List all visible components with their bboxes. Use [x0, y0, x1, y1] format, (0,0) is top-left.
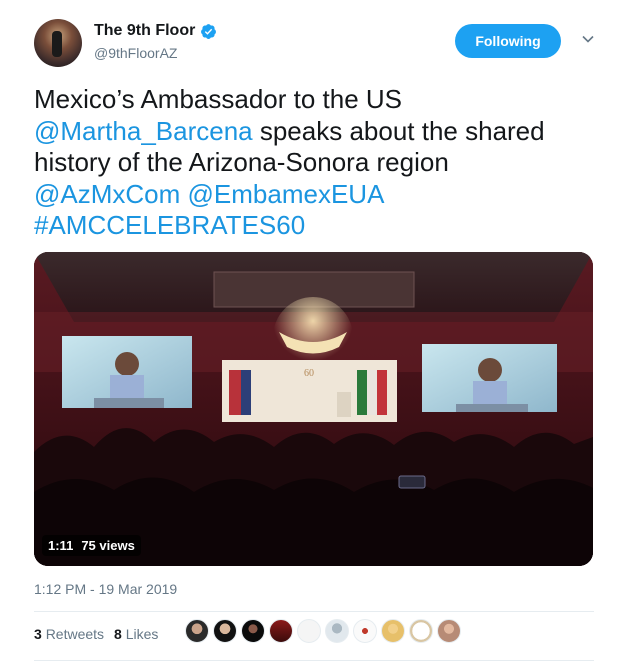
mention-link[interactable]: @EmbamexEUA: [188, 179, 385, 209]
engagement-stats: 3 Retweets 8 Likes: [34, 626, 158, 642]
divider: [34, 611, 594, 612]
liker-avatar[interactable]: [437, 619, 461, 643]
hashtag-link[interactable]: #AMCCELEBRATES60: [34, 210, 305, 240]
divider: [34, 660, 594, 661]
author-handle[interactable]: @9thFloorAZ: [94, 45, 177, 61]
liker-avatar[interactable]: [409, 619, 433, 643]
tweet-timestamp[interactable]: 1:12 PM - 19 Mar 2019: [34, 581, 177, 597]
liker-avatar[interactable]: [241, 619, 265, 643]
tweet-text: Mexico’s Ambassador to the US @Martha_Ba…: [34, 84, 594, 242]
video-duration: 1:11: [48, 538, 74, 553]
liker-avatar[interactable]: [325, 619, 349, 643]
retweets-stat[interactable]: 3 Retweets: [34, 626, 104, 642]
verified-badge-icon: [201, 23, 217, 39]
liker-avatar[interactable]: [353, 619, 377, 643]
video-views: 75 views: [81, 538, 135, 553]
tweet-text-part: Mexico’s Ambassador to the US: [34, 84, 403, 114]
author-name-row[interactable]: The 9th Floor: [94, 22, 217, 40]
author-avatar[interactable]: [34, 19, 82, 67]
liker-avatar[interactable]: [269, 619, 293, 643]
author-name[interactable]: The 9th Floor: [94, 22, 195, 40]
chevron-down-icon[interactable]: [581, 32, 595, 46]
liker-avatar[interactable]: [297, 619, 321, 643]
retweets-label: Retweets: [45, 626, 105, 642]
retweets-count: 3: [34, 626, 42, 642]
likes-label: Likes: [125, 626, 159, 642]
following-button[interactable]: Following: [455, 24, 561, 58]
liker-avatars: [185, 619, 461, 643]
mention-link[interactable]: @Martha_Barcena: [34, 116, 253, 146]
likes-stat[interactable]: 8 Likes: [114, 626, 158, 642]
video-frame: 60: [34, 252, 593, 566]
liker-avatar[interactable]: [185, 619, 209, 643]
liker-avatar[interactable]: [213, 619, 237, 643]
mention-link[interactable]: @AzMxCom: [34, 179, 180, 209]
video-player[interactable]: 60 1:11 75 views: [34, 252, 593, 566]
tweet-header: The 9th Floor @9thFloorAZ Following: [34, 18, 609, 68]
liker-avatar[interactable]: [381, 619, 405, 643]
svg-text:60: 60: [304, 368, 314, 379]
video-info-badge: 1:11 75 views: [42, 535, 141, 556]
likes-count: 8: [114, 626, 122, 642]
